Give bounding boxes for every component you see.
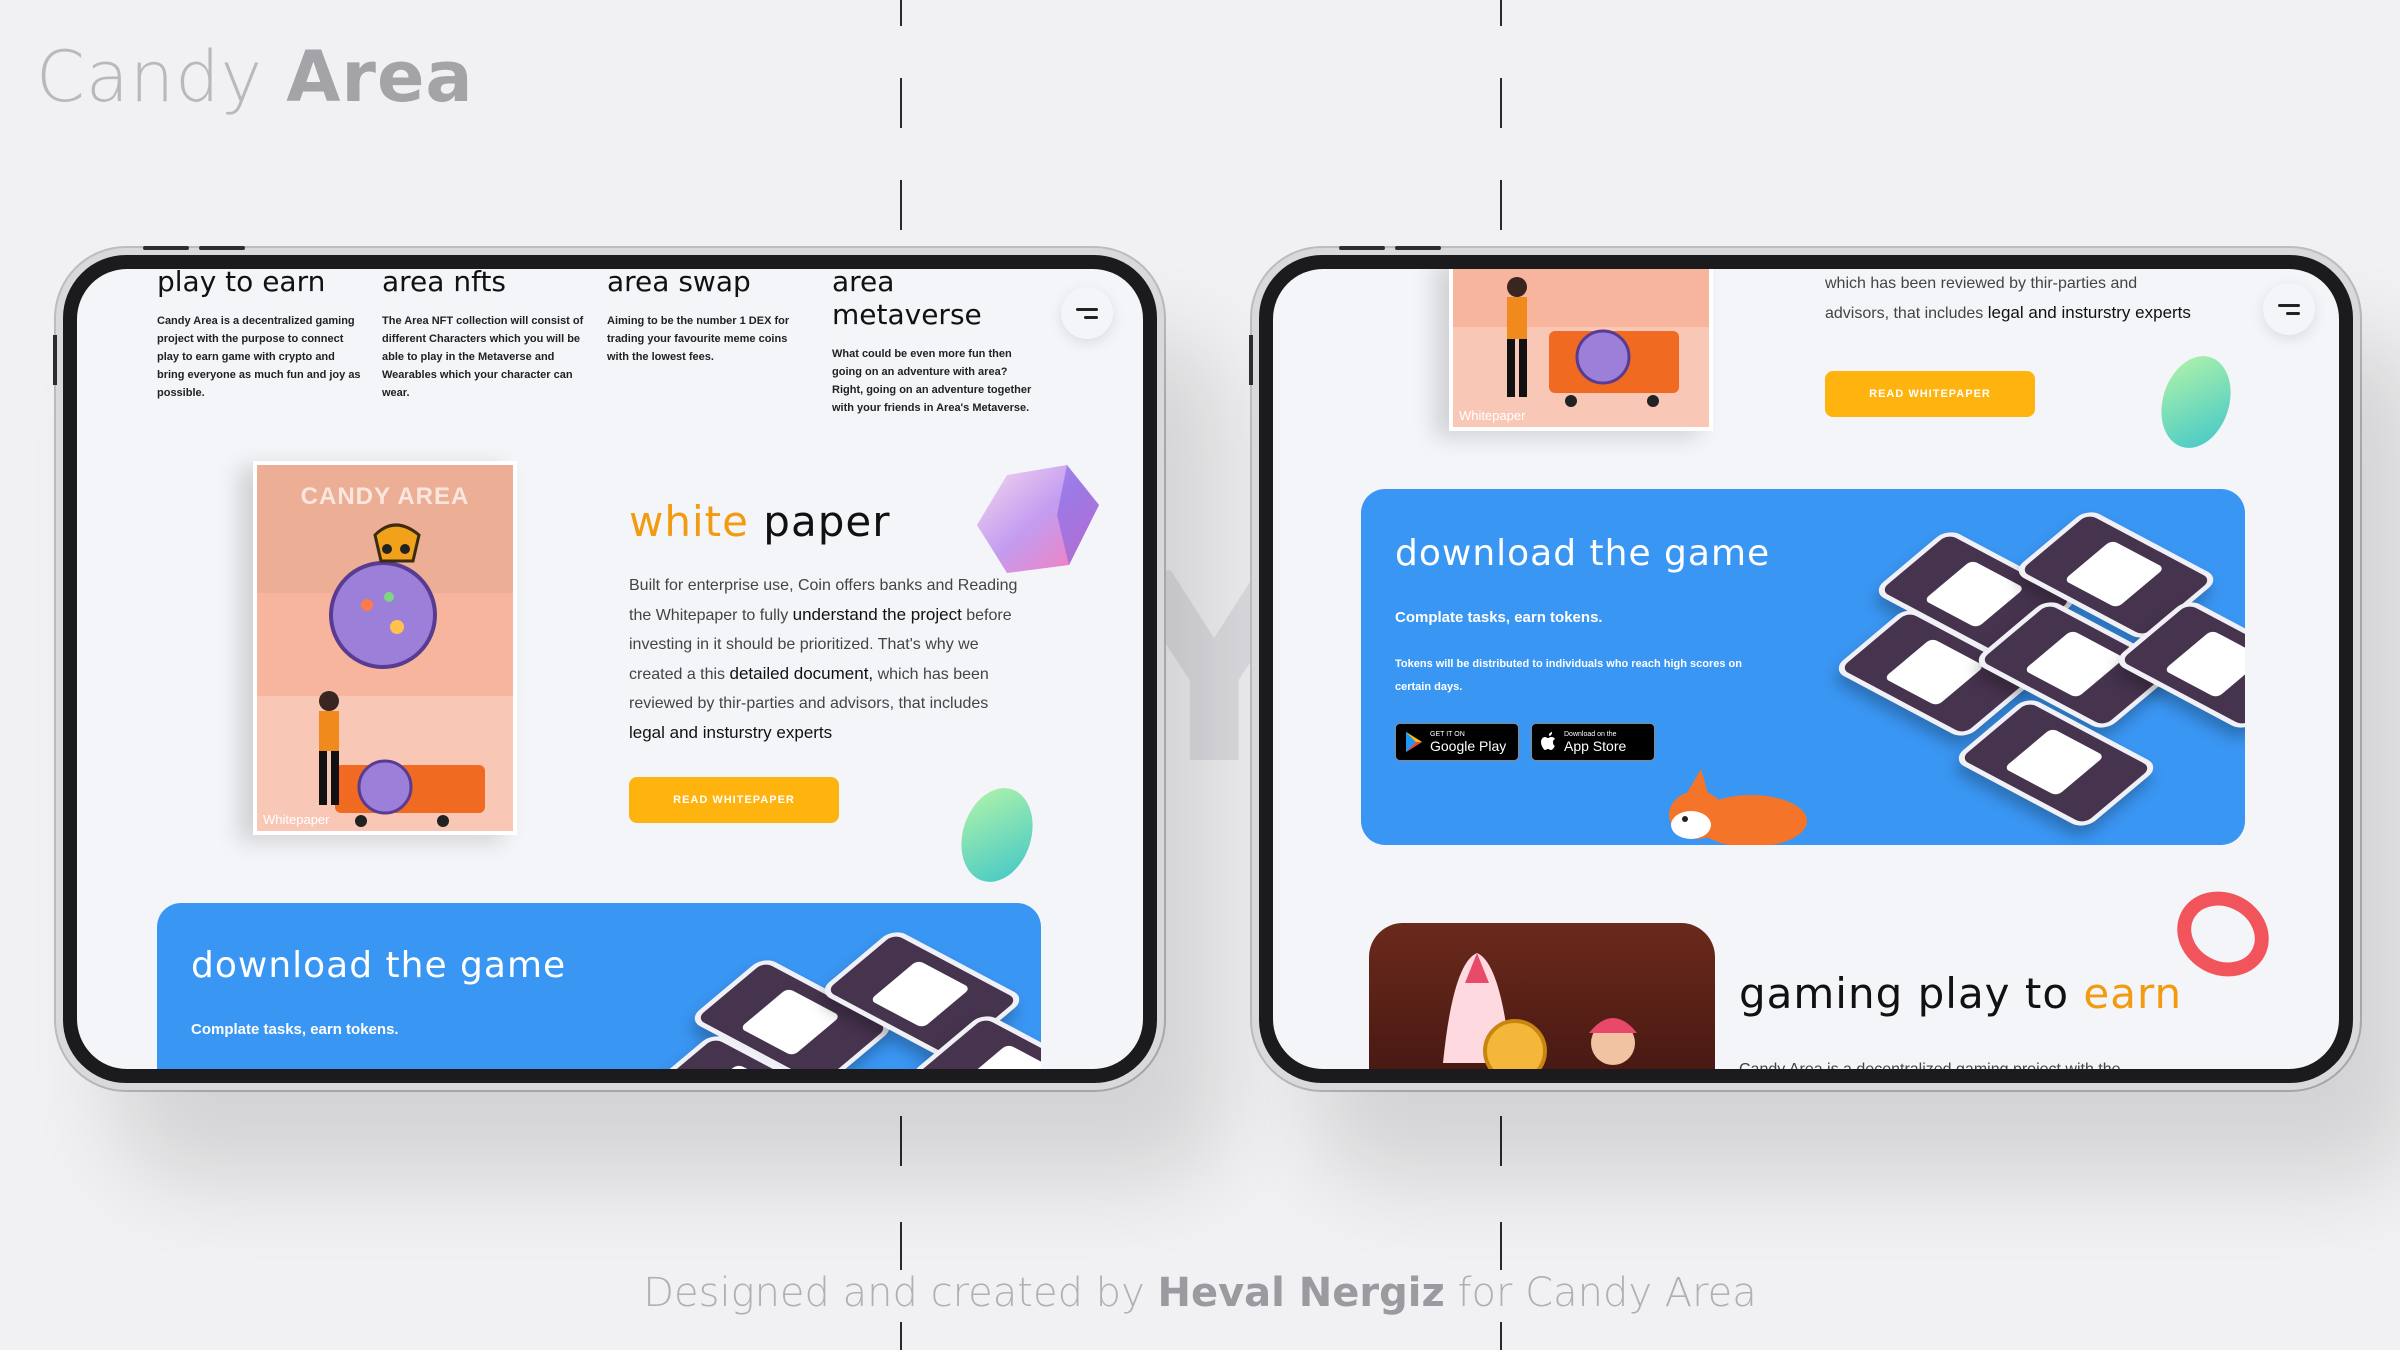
volume-button [1395, 246, 1441, 250]
guide-line [900, 0, 902, 26]
credit-line: Designed and created by Heval Nergiz for… [643, 1270, 1757, 1316]
cube-decoration-icon [977, 465, 1099, 573]
read-whitepaper-button[interactable]: READ WHITEPAPER [629, 777, 839, 823]
corgi-illustration-icon [1669, 769, 1807, 845]
google-play-button[interactable]: GET IT ON Google Play [1395, 723, 1519, 761]
feature-text: The Area NFT collection will consist of … [382, 315, 584, 399]
download-title: download the game [1395, 533, 1771, 574]
menu-button[interactable] [2263, 283, 2315, 335]
cart-illustration-icon [1507, 277, 1679, 407]
feature-text: What could be even more fun then going o… [832, 348, 1032, 414]
menu-icon [1084, 315, 1098, 319]
guide-line [1500, 0, 1502, 26]
ring-decoration-icon [2177, 891, 2269, 977]
left-screen: play to earn Candy Area is a decentraliz… [77, 269, 1143, 1069]
download-title: download the game [191, 945, 567, 986]
volume-button [199, 246, 245, 250]
right-tablet: Whitepaper which has been reviewed by th… [1249, 246, 2360, 1090]
menu-icon [1076, 307, 1098, 311]
candy-mascot-icon [319, 523, 485, 827]
coin-decoration-icon [2150, 347, 2242, 457]
game-preview-card[interactable] [1369, 923, 1715, 1069]
guide-line [1500, 78, 1502, 128]
whitepaper-text: Built for enterprise use, Coin offers ba… [629, 577, 1018, 742]
menu-icon [2286, 311, 2300, 315]
guide-line [1500, 1116, 1502, 1166]
feature-text: Candy Area is a decentralized gaming pro… [157, 315, 361, 399]
whitepaper-cover[interactable]: CANDY AREA Whitepaper [253, 461, 517, 835]
app-store-button[interactable]: Download on the App Store [1531, 723, 1655, 761]
google-play-icon [1406, 732, 1422, 752]
guide-line [900, 180, 902, 230]
menu-button[interactable] [1061, 287, 1113, 339]
cover-caption: Whitepaper [263, 812, 330, 827]
features-row: play to earn Candy Area is a decentraliz… [157, 269, 1037, 417]
read-whitepaper-button[interactable]: READ WHITEPAPER [1825, 371, 2035, 417]
rocket-coin-icon [1443, 953, 1637, 1069]
feature-title: play to earn [157, 269, 326, 298]
menu-icon [2278, 303, 2300, 307]
guide-line [1500, 1222, 1502, 1270]
volume-button [1339, 246, 1385, 250]
guide-line [900, 1222, 902, 1270]
whitepaper-cover[interactable]: Whitepaper [1449, 269, 1713, 431]
download-banner: download the game Complate tasks, earn t… [157, 903, 1041, 1069]
feature-title: area metaverse [832, 269, 982, 331]
right-screen: Whitepaper which has been reviewed by th… [1273, 269, 2339, 1069]
guide-line [900, 1116, 902, 1166]
guide-line [900, 78, 902, 128]
gaming-text: Candy Area is a decentralized gaming pro… [1739, 1055, 2209, 1069]
download-banner: download the game Complate tasks, earn t… [1361, 489, 2245, 845]
side-button [1249, 335, 1253, 385]
whitepaper-text: which has been reviewed by thir-parties … [1825, 275, 2191, 322]
guide-line [1500, 1322, 1502, 1350]
download-subtitle: Complate tasks, earn tokens. [1395, 609, 1603, 626]
left-tablet: play to earn Candy Area is a decentraliz… [53, 246, 1164, 1090]
feature-area-metaverse: area metaverse What could be even more f… [832, 269, 1037, 417]
brand-title: Candy Area [36, 36, 474, 118]
feature-text: Aiming to be the number 1 DEX for tradin… [607, 315, 790, 363]
volume-button [143, 246, 189, 250]
feature-area-nfts: area nfts The Area NFT collection will c… [382, 269, 587, 417]
whitepaper-title: white paper [629, 497, 891, 546]
feature-title: area nfts [382, 269, 507, 298]
feature-title: area swap [607, 269, 751, 298]
gaming-title: gaming play to earn [1739, 969, 2183, 1018]
download-subtitle: Complate tasks, earn tokens. [191, 1021, 399, 1038]
feature-play-to-earn: play to earn Candy Area is a decentraliz… [157, 269, 362, 417]
feature-area-swap: area swap Aiming to be the number 1 DEX … [607, 269, 812, 417]
apple-icon [1541, 732, 1555, 750]
guide-line [1500, 180, 1502, 230]
side-button [53, 335, 57, 385]
cover-caption: Whitepaper [1459, 408, 1526, 423]
coin-decoration-icon [949, 778, 1045, 892]
guide-line [900, 1322, 902, 1350]
download-note: Tokens will be distributed to individual… [1395, 658, 1742, 693]
